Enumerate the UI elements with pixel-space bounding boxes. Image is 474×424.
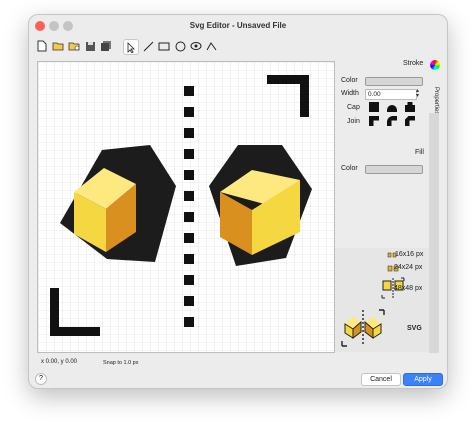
open-folder-icon[interactable]: [51, 39, 65, 53]
preview-size-48: 48x48 px: [394, 285, 423, 292]
preview-size-24: 24x24 px: [394, 264, 423, 271]
close-window-button[interactable]: [35, 21, 45, 31]
line-tool-icon[interactable]: [141, 39, 155, 53]
zoom-window-button[interactable]: [63, 21, 73, 31]
drawing-canvas[interactable]: [37, 61, 335, 353]
pointer-tool-icon[interactable]: [123, 39, 139, 55]
snap-setting[interactable]: Snap to 1.0 px: [103, 360, 138, 366]
preview-svg-label: SVG: [407, 325, 422, 332]
cap-butt-icon[interactable]: [369, 102, 379, 112]
stroke-width-input[interactable]: 0.00: [365, 89, 417, 100]
help-button[interactable]: ?: [35, 373, 47, 385]
open-recent-icon[interactable]: [67, 39, 81, 53]
join-bevel-icon[interactable]: [405, 116, 415, 126]
preview-svg-icon: [341, 309, 385, 347]
save-all-icon[interactable]: [99, 39, 113, 53]
title-bar: Svg Editor - Unsaved File: [29, 15, 447, 37]
cap-square-icon[interactable]: [405, 102, 415, 112]
stroke-join-label: Join: [347, 118, 360, 125]
cursor-coordinates: x 0.00, y 0.00: [41, 359, 78, 365]
icon-preview-panel: 16x16 px 24x24 px 48x48 px SVG: [335, 248, 429, 352]
stroke-width-label: Width: [341, 90, 359, 97]
fill-color-label: Color: [341, 165, 358, 172]
rect-tool-icon[interactable]: [157, 39, 171, 53]
fill-color-swatch[interactable]: [365, 165, 423, 174]
minimize-window-button[interactable]: [49, 21, 59, 31]
window-title: Svg Editor - Unsaved File: [189, 21, 287, 30]
cap-round-icon[interactable]: [387, 105, 397, 112]
join-round-icon[interactable]: [387, 116, 397, 126]
save-icon[interactable]: [83, 39, 97, 53]
color-wheel-icon[interactable]: [430, 60, 440, 70]
stroke-cap-label: Cap: [347, 104, 360, 111]
stroke-heading: Stroke: [403, 60, 424, 67]
editor-window: Svg Editor - Unsaved File x 0.00, y 0.00…: [28, 14, 448, 389]
new-file-icon[interactable]: [35, 39, 49, 53]
fill-heading: Fill: [415, 149, 424, 156]
cancel-button[interactable]: Cancel: [361, 373, 401, 386]
apply-button[interactable]: Apply: [403, 373, 443, 386]
path-tool-icon[interactable]: [205, 39, 219, 53]
join-miter-icon[interactable]: [369, 116, 379, 126]
toolbar: [29, 37, 447, 57]
stroke-color-label: Color: [341, 77, 358, 84]
ellipse-tool-icon[interactable]: [173, 39, 187, 53]
eye-tool-icon[interactable]: [189, 39, 203, 53]
properties-scrollbar[interactable]: [429, 113, 439, 353]
preview-size-16: 16x16 px: [395, 251, 424, 258]
stroke-width-stepper-icon[interactable]: ▴ ▾: [416, 88, 419, 99]
stroke-color-swatch[interactable]: [365, 77, 423, 86]
